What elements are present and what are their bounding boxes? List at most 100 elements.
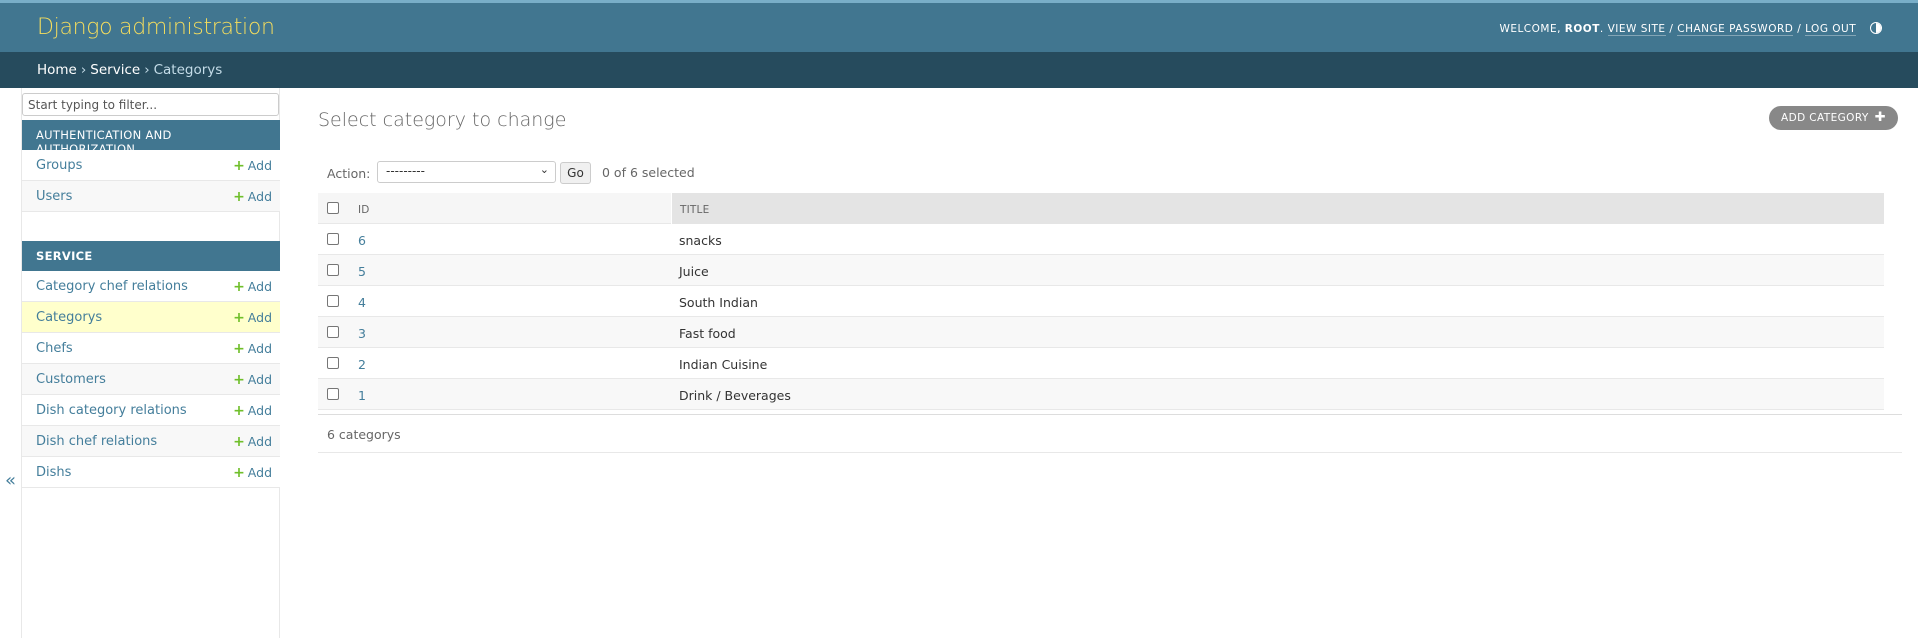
- sidebar-item-label[interactable]: Categorys: [36, 310, 102, 325]
- plus-icon: +: [233, 434, 245, 450]
- table-row: 1 Drink / Beverages: [318, 379, 1884, 410]
- add-label: Add: [247, 341, 272, 356]
- add-category-chef-relations-link[interactable]: + Add: [233, 279, 272, 295]
- theme-toggle-icon[interactable]: [1870, 22, 1882, 34]
- sidebar-item-customers: Customers + Add: [22, 364, 280, 395]
- title-column-header-bg: [671, 193, 1884, 224]
- breadcrumb-separator: ›: [144, 62, 150, 78]
- module-caption-service[interactable]: Service: [22, 241, 280, 271]
- plus-icon: +: [233, 341, 245, 357]
- go-button[interactable]: Go: [560, 162, 591, 184]
- row-checkbox[interactable]: [327, 233, 339, 245]
- action-counter: 0 of 6 selected: [602, 165, 695, 180]
- welcome-text: Welcome,: [1499, 23, 1561, 35]
- add-label: Add: [247, 372, 272, 387]
- breadcrumb-separator: ›: [80, 62, 87, 78]
- table-row: 6 snacks: [318, 224, 1884, 255]
- action-selected-value: ---------: [386, 164, 425, 178]
- table-row: 4 South Indian: [318, 286, 1884, 317]
- add-categorys-link[interactable]: + Add: [233, 310, 272, 326]
- row-checkbox[interactable]: [327, 357, 339, 369]
- select-all-checkbox[interactable]: [327, 202, 339, 214]
- add-label: Add: [247, 189, 272, 204]
- sidebar-item-dishs: Dishs + Add: [22, 457, 280, 488]
- view-site-link[interactable]: View site: [1607, 23, 1666, 36]
- add-chefs-link[interactable]: + Add: [233, 341, 272, 357]
- chevron-down-icon: ⌄: [539, 163, 549, 176]
- sidebar-item-users: Users + Add: [22, 181, 280, 212]
- column-header-title[interactable]: Title: [680, 204, 709, 216]
- nav-filter-input[interactable]: [22, 93, 279, 116]
- row-id-link[interactable]: 6: [358, 233, 366, 248]
- change-password-link[interactable]: Change password: [1677, 23, 1794, 36]
- row-checkbox[interactable]: [327, 326, 339, 338]
- row-title: Juice: [679, 264, 709, 279]
- table-row: 2 Indian Cuisine: [318, 348, 1884, 379]
- row-checkbox[interactable]: [327, 295, 339, 307]
- sidebar-item-category-chef-relations: Category chef relations + Add: [22, 271, 280, 302]
- add-label: Add: [247, 158, 272, 173]
- plus-icon: +: [233, 372, 245, 388]
- row-id-link[interactable]: 3: [358, 326, 366, 341]
- breadcrumb: Home › Service › Categorys: [0, 52, 1918, 88]
- row-checkbox[interactable]: [327, 388, 339, 400]
- sidebar-item-label[interactable]: Dish category relations: [36, 403, 187, 418]
- breadcrumb-home[interactable]: Home: [37, 62, 77, 78]
- sidebar-item-label[interactable]: Category chef relations: [36, 279, 188, 294]
- row-title: Drink / Beverages: [679, 388, 791, 403]
- action-select[interactable]: --------- ⌄: [377, 161, 556, 183]
- column-header-id[interactable]: ID: [358, 204, 370, 216]
- page-title: Select category to change: [318, 109, 567, 131]
- add-category-button[interactable]: Add category ✚: [1769, 106, 1898, 130]
- add-label: Add: [247, 310, 272, 325]
- plus-icon: +: [233, 279, 245, 295]
- sidebar-item-categorys: Categorys + Add: [22, 302, 280, 333]
- result-list-table: ID Title 6 snacks 5 Juice 4 South Indian…: [318, 193, 1884, 410]
- site-name[interactable]: Django administration: [37, 15, 275, 40]
- sidebar-item-label[interactable]: Users: [36, 189, 72, 204]
- add-dish-category-relations-link[interactable]: + Add: [233, 403, 272, 419]
- row-checkbox[interactable]: [327, 264, 339, 276]
- add-label: Add: [247, 434, 272, 449]
- separator: /: [1669, 23, 1674, 35]
- table-row: 3 Fast food: [318, 317, 1884, 348]
- plus-icon: +: [233, 465, 245, 481]
- breadcrumb-app[interactable]: Service: [90, 62, 140, 78]
- sidebar-item-dish-category-relations: Dish category relations + Add: [22, 395, 280, 426]
- add-dishs-link[interactable]: + Add: [233, 465, 272, 481]
- table-row: 5 Juice: [318, 255, 1884, 286]
- row-title: South Indian: [679, 295, 758, 310]
- module-service: Service Category chef relations + Add Cat…: [22, 241, 280, 488]
- add-label: Add: [247, 465, 272, 480]
- nav-sidebar: Authentication and Authorization Groups …: [21, 88, 280, 638]
- row-title: Fast food: [679, 326, 736, 341]
- row-id-link[interactable]: 5: [358, 264, 366, 279]
- log-out-link[interactable]: Log out: [1805, 23, 1857, 36]
- add-label: Add: [247, 403, 272, 418]
- module-caption-auth[interactable]: Authentication and Authorization: [22, 120, 280, 156]
- action-label: Action:: [327, 166, 371, 181]
- sidebar-item-groups: Groups + Add: [22, 150, 280, 181]
- sidebar-item-label[interactable]: Dishs: [36, 465, 71, 480]
- user-tools: Welcome, Root. View site / Change passwo…: [1499, 22, 1882, 36]
- breadcrumb-current: Categorys: [153, 62, 223, 78]
- site-header: Django administration Welcome, Root. Vie…: [0, 0, 1918, 52]
- row-title: snacks: [679, 233, 722, 248]
- separator: /: [1797, 23, 1802, 35]
- add-customers-link[interactable]: + Add: [233, 372, 272, 388]
- add-groups-link[interactable]: + Add: [233, 158, 272, 174]
- row-id-link[interactable]: 2: [358, 357, 366, 372]
- add-users-link[interactable]: + Add: [233, 189, 272, 205]
- add-dish-chef-relations-link[interactable]: + Add: [233, 434, 272, 450]
- row-title: Indian Cuisine: [679, 357, 768, 372]
- sidebar-item-label[interactable]: Groups: [36, 158, 82, 173]
- sidebar-item-label[interactable]: Customers: [36, 372, 106, 387]
- table-header: ID Title: [318, 193, 1884, 224]
- sidebar-item-label[interactable]: Chefs: [36, 341, 73, 356]
- row-id-link[interactable]: 1: [358, 388, 366, 403]
- add-category-label: Add category: [1781, 112, 1869, 124]
- sidebar-item-label[interactable]: Dish chef relations: [36, 434, 157, 449]
- toggle-sidebar-button[interactable]: «: [5, 470, 16, 491]
- row-id-link[interactable]: 4: [358, 295, 366, 310]
- sidebar-item-chefs: Chefs + Add: [22, 333, 280, 364]
